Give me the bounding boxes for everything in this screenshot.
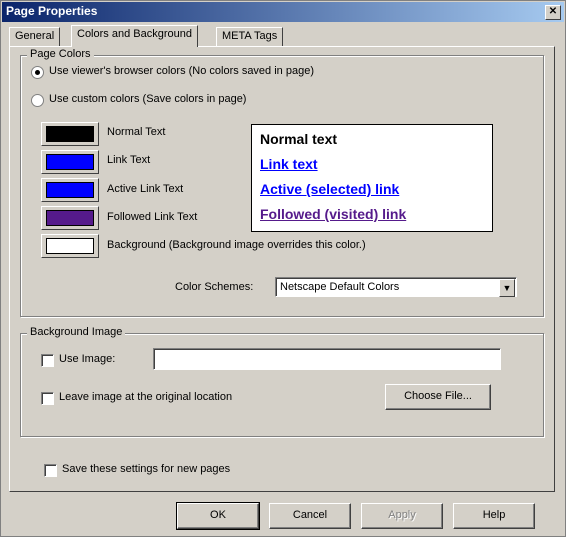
link-text-color-button[interactable] xyxy=(41,150,99,174)
window-title: Page Properties xyxy=(6,4,98,18)
help-button[interactable]: Help xyxy=(453,503,535,529)
apply-button[interactable]: Apply xyxy=(361,503,443,529)
use-image-checkbox[interactable] xyxy=(41,354,54,367)
choose-file-button[interactable]: Choose File... xyxy=(385,384,491,410)
tab-meta-tags[interactable]: META Tags xyxy=(216,27,284,46)
preview-link-text: Link text xyxy=(260,156,318,172)
active-link-label: Active Link Text xyxy=(107,183,184,195)
followed-link-label: Followed Link Text xyxy=(107,211,198,223)
background-image-group: Background Image Use Image: Leave image … xyxy=(20,326,544,437)
radio-custom-colors[interactable] xyxy=(31,94,44,107)
link-text-label: Link Text xyxy=(107,154,151,166)
followed-link-color-button[interactable] xyxy=(41,206,99,230)
background-color-button[interactable] xyxy=(41,234,99,258)
active-link-color-button[interactable] xyxy=(41,178,99,202)
color-schemes-dropdown[interactable]: Netscape Default Colors ▼ xyxy=(275,277,517,297)
radio-browser-colors[interactable] xyxy=(31,66,44,79)
page-properties-dialog: Page Properties ✕ General Colors and Bac… xyxy=(0,0,566,537)
normal-text-color-button[interactable] xyxy=(41,122,99,146)
color-schemes-value: Netscape Default Colors xyxy=(280,281,400,293)
background-swatch xyxy=(46,238,94,254)
radio-custom-colors-label[interactable]: Use custom colors (Save colors in page) xyxy=(49,93,246,105)
ok-button[interactable]: OK xyxy=(176,502,260,530)
followed-link-swatch xyxy=(46,210,94,226)
color-preview-box: Normal text Link text Active (selected) … xyxy=(251,124,493,232)
leave-image-label[interactable]: Leave image at the original location xyxy=(59,391,232,403)
use-image-label[interactable]: Use Image: xyxy=(59,353,115,365)
normal-text-label: Normal Text xyxy=(107,126,166,138)
save-settings-checkbox[interactable] xyxy=(44,464,57,477)
radio-browser-colors-label[interactable]: Use viewer's browser colors (No colors s… xyxy=(49,65,314,77)
tab-panel: Page Colors Use viewer's browser colors … xyxy=(9,46,555,492)
link-text-swatch xyxy=(46,154,94,170)
chevron-down-icon[interactable]: ▼ xyxy=(499,279,515,297)
image-path-input[interactable] xyxy=(153,348,501,370)
close-icon[interactable]: ✕ xyxy=(545,5,561,20)
tab-colors-and-background[interactable]: Colors and Background xyxy=(71,25,198,47)
active-link-swatch xyxy=(46,182,94,198)
preview-active-link: Active (selected) link xyxy=(260,181,400,197)
preview-followed-link: Followed (visited) link xyxy=(260,206,407,222)
color-schemes-label: Color Schemes: xyxy=(175,281,254,293)
title-bar[interactable]: Page Properties ✕ xyxy=(2,2,564,22)
cancel-button[interactable]: Cancel xyxy=(269,503,351,529)
background-label: Background (Background image overrides t… xyxy=(107,239,366,251)
save-settings-label[interactable]: Save these settings for new pages xyxy=(62,463,230,475)
page-colors-legend: Page Colors xyxy=(27,48,94,60)
normal-text-swatch xyxy=(46,126,94,142)
page-colors-group: Page Colors Use viewer's browser colors … xyxy=(20,48,544,317)
leave-image-checkbox[interactable] xyxy=(41,392,54,405)
background-image-legend: Background Image xyxy=(27,326,126,338)
tab-general[interactable]: General xyxy=(9,27,61,46)
preview-normal-text: Normal text xyxy=(260,131,338,147)
